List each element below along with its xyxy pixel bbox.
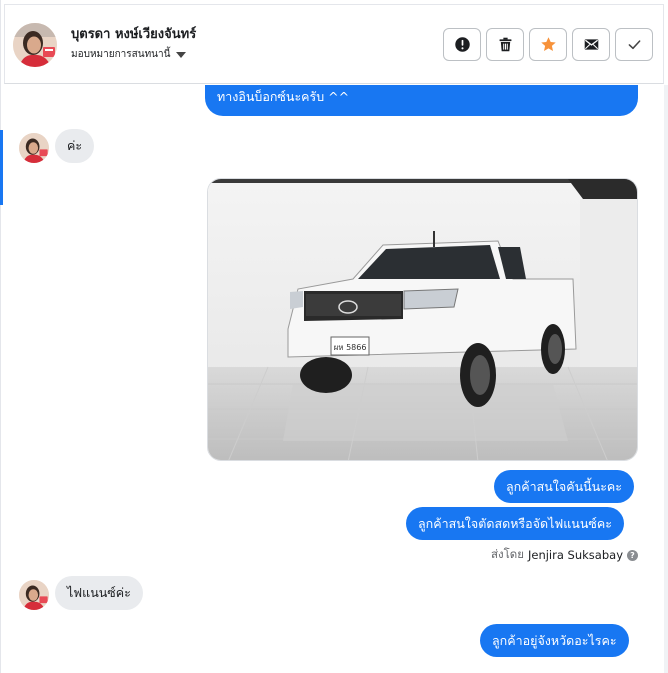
- panel-left-border: [0, 0, 1, 673]
- exclamation-circle-icon: [454, 37, 470, 52]
- caret-down-icon: [176, 51, 187, 58]
- conversation-header: บุตรดา หงษ์เวียงจันทร์ มอบหมายการสนทนานี…: [4, 4, 664, 84]
- assign-conversation-dropdown[interactable]: มอบหมายการสนทนานี้: [71, 47, 187, 62]
- trash-icon: [499, 37, 511, 52]
- agent-name: Jenjira Suksabay: [527, 548, 623, 562]
- message-text: ลูกค้าสนใจตัดสดหรือจัดไฟแนนซ์คะ: [418, 515, 612, 531]
- conversation-actions: [443, 28, 653, 61]
- car-photo[interactable]: ผห 5866: [207, 178, 638, 461]
- delete-button[interactable]: [486, 28, 524, 61]
- message-outgoing: ลูกค้าสนใจคันนี้นะคะ: [494, 470, 634, 503]
- sent-by-prefix: ส่งโดย: [490, 547, 524, 561]
- message-thread[interactable]: ทางอินบ็อกซ์นะครับ ^^ ค่ะ ผห 5866 ลูกค้า…: [4, 85, 664, 673]
- message-text: ลูกค้าอยู่จังหวัดอะไรคะ: [492, 632, 617, 648]
- sender-avatar[interactable]: [19, 133, 49, 163]
- message-outgoing: ลูกค้าสนใจตัดสดหรือจัดไฟแนนซ์คะ: [406, 507, 624, 540]
- mark-done-button[interactable]: [615, 28, 653, 61]
- selected-indicator: [0, 130, 3, 205]
- message-incoming: ค่ะ: [55, 129, 95, 163]
- message-text: ทางอินบ็อกซ์นะครับ ^^: [217, 89, 350, 104]
- contact-name: บุตรดา หงษ์เวียงจันทร์: [71, 27, 197, 42]
- check-icon: [628, 40, 640, 50]
- star-icon: [540, 37, 556, 51]
- sent-by-label: ส่งโดย Jenjira Suksabay ?: [491, 546, 638, 564]
- message-incoming: ไฟแนนซ์ค่ะ: [55, 576, 143, 610]
- message-text: ค่ะ: [67, 138, 83, 153]
- license-plate: ผห 5866: [334, 343, 367, 352]
- message-outgoing: ลูกค้าอยู่จังหวัดอะไรคะ: [480, 624, 629, 657]
- star-button[interactable]: [529, 28, 567, 61]
- sender-avatar[interactable]: [19, 580, 49, 610]
- mark-spam-button[interactable]: [443, 28, 481, 61]
- thread-scrollbar[interactable]: [664, 85, 668, 673]
- help-icon[interactable]: ?: [627, 549, 638, 561]
- message-text: ไฟแนนซ์ค่ะ: [67, 585, 131, 600]
- message-outgoing: ทางอินบ็อกซ์นะครับ ^^: [205, 85, 638, 116]
- assign-label: มอบหมายการสนทนานี้: [71, 49, 171, 60]
- envelope-icon: [584, 39, 598, 50]
- contact-avatar[interactable]: [13, 23, 57, 67]
- message-text: ลูกค้าสนใจคันนี้นะคะ: [506, 478, 622, 494]
- mark-unread-button[interactable]: [572, 28, 610, 61]
